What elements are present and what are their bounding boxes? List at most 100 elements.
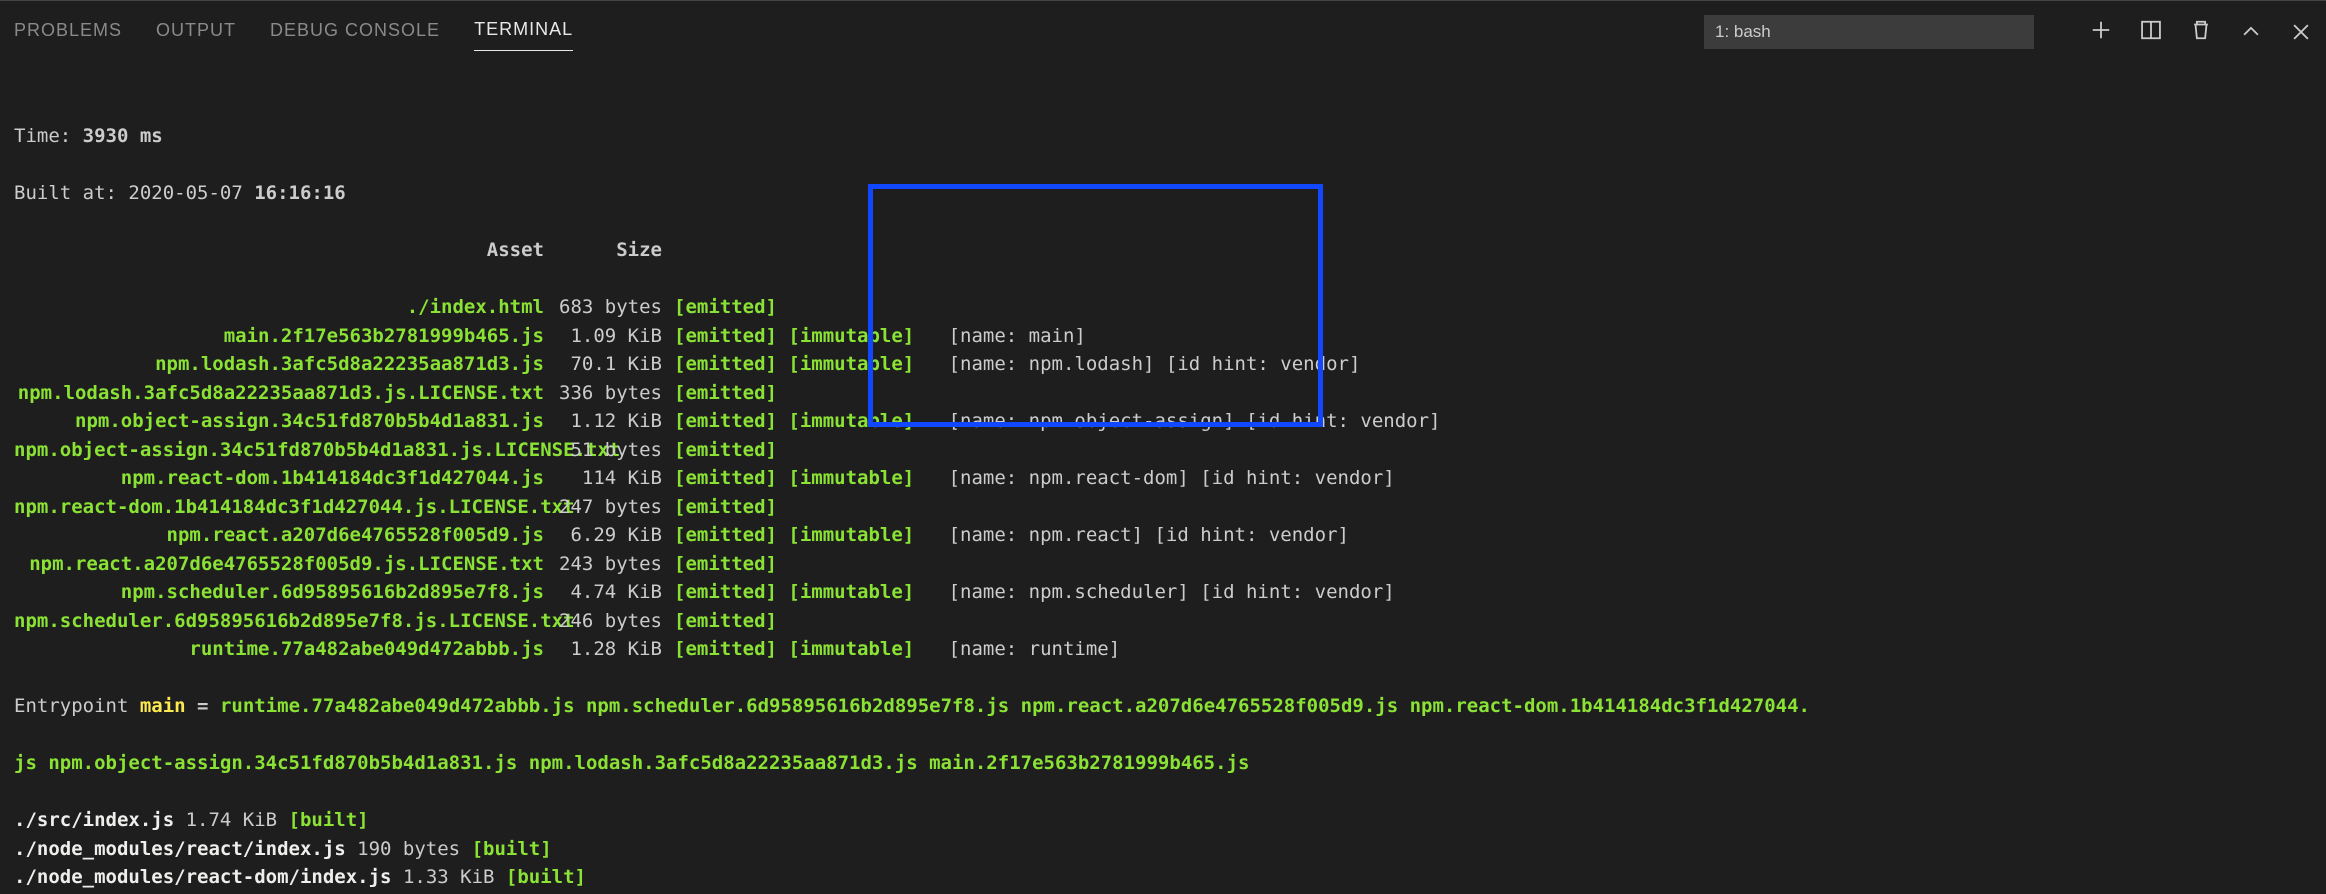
col-size: Size — [544, 236, 662, 265]
tab-terminal[interactable]: TERMINAL — [474, 13, 573, 51]
built-label: Built at: — [14, 182, 128, 204]
immutable-tag: [immutable] — [788, 410, 914, 432]
asset-size: 336 bytes — [544, 379, 662, 408]
asset-size: 70.1 KiB — [544, 350, 662, 379]
terminal-panel: PROBLEMS OUTPUT DEBUG CONSOLE TERMINAL 1… — [0, 0, 2326, 894]
asset-row: npm.react.a207d6e4765528f005d9.js.LICENS… — [14, 550, 2312, 579]
terminal-selector[interactable]: 1: bash — [1704, 15, 2034, 49]
asset-name: npm.scheduler.6d95895616b2d895e7f8.js — [14, 578, 544, 607]
tab-output[interactable]: OUTPUT — [156, 14, 236, 51]
emitted-tag: [emitted] — [674, 467, 777, 489]
asset-tags: [emitted] [immutable] [name: npm.object-… — [674, 407, 1440, 436]
asset-size: 51 bytes — [544, 436, 662, 465]
asset-name: npm.react.a207d6e4765528f005d9.js — [14, 521, 544, 550]
asset-size: 1.12 KiB — [544, 407, 662, 436]
asset-meta: [name: runtime] — [949, 638, 1121, 660]
asset-name: npm.lodash.3afc5d8a22235aa871d3.js — [14, 350, 544, 379]
emitted-tag: [emitted] — [674, 296, 777, 318]
new-terminal-icon[interactable] — [2090, 19, 2112, 46]
immutable-tag: [immutable] — [788, 638, 914, 660]
asset-size: 1.09 KiB — [544, 322, 662, 351]
asset-meta: [name: npm.object-assign] [id hint: vend… — [949, 410, 1441, 432]
split-terminal-icon[interactable] — [2140, 19, 2162, 46]
asset-size: 114 KiB — [544, 464, 662, 493]
asset-tags: [emitted] — [674, 436, 777, 465]
module-row: ./node_modules/react-dom/index.js 1.33 K… — [14, 863, 2312, 892]
asset-row: npm.scheduler.6d95895616b2d895e7f8.js4.7… — [14, 578, 2312, 607]
asset-name: runtime.77a482abe049d472abbb.js — [14, 635, 544, 664]
asset-row: npm.react.a207d6e4765528f005d9.js6.29 Ki… — [14, 521, 2312, 550]
built-time: 16:16:16 — [254, 182, 346, 204]
entrypoint-eq: = — [186, 695, 220, 717]
emitted-tag: [emitted] — [674, 553, 777, 575]
module-row: ./src/index.js 1.74 KiB [built] — [14, 806, 2312, 835]
asset-meta: [name: npm.react-dom] [id hint: vendor] — [949, 467, 1395, 489]
asset-name: npm.scheduler.6d95895616b2d895e7f8.js.LI… — [14, 607, 544, 636]
asset-tags: [emitted] [immutable] [name: npm.schedul… — [674, 578, 1395, 607]
module-size: 1.74 KiB — [174, 809, 288, 831]
emitted-tag: [emitted] — [674, 325, 777, 347]
emitted-tag: [emitted] — [674, 581, 777, 603]
asset-size: 247 bytes — [544, 493, 662, 522]
asset-name: npm.react.a207d6e4765528f005d9.js.LICENS… — [14, 550, 544, 579]
emitted-tag: [emitted] — [674, 382, 777, 404]
asset-size: 243 bytes — [544, 550, 662, 579]
asset-size: 6.29 KiB — [544, 521, 662, 550]
entrypoint-prefix: Entrypoint — [14, 695, 140, 717]
asset-name: main.2f17e563b2781999b465.js — [14, 322, 544, 351]
time-value: 3930 ms — [83, 125, 163, 147]
immutable-tag: [immutable] — [788, 524, 914, 546]
close-icon[interactable] — [2290, 21, 2312, 43]
asset-tags: [emitted] [immutable] [name: runtime] — [674, 635, 1120, 664]
asset-row: npm.lodash.3afc5d8a22235aa871d3.js.LICEN… — [14, 379, 2312, 408]
module-row: ./node_modules/react/index.js 190 bytes … — [14, 835, 2312, 864]
immutable-tag: [immutable] — [788, 581, 914, 603]
asset-row: npm.object-assign.34c51fd870b5b4d1a831.j… — [14, 436, 2312, 465]
asset-tags: [emitted] [immutable] [name: main] — [674, 322, 1086, 351]
tab-debug-console[interactable]: DEBUG CONSOLE — [270, 14, 440, 51]
tab-problems[interactable]: PROBLEMS — [14, 14, 122, 51]
emitted-tag: [emitted] — [674, 524, 777, 546]
asset-tags: [emitted] — [674, 550, 777, 579]
emitted-tag: [emitted] — [674, 410, 777, 432]
emitted-tag: [emitted] — [674, 638, 777, 660]
asset-name: npm.object-assign.34c51fd870b5b4d1a831.j… — [14, 436, 544, 465]
entrypoint-bundles-2: js npm.object-assign.34c51fd870b5b4d1a83… — [14, 752, 1249, 774]
asset-name: npm.react-dom.1b414184dc3f1d427044.js.LI… — [14, 493, 544, 522]
asset-meta: [name: main] — [949, 325, 1086, 347]
asset-tags: [emitted] [immutable] [name: npm.react-d… — [674, 464, 1395, 493]
asset-size: 683 bytes — [544, 293, 662, 322]
emitted-tag: [emitted] — [674, 439, 777, 461]
asset-name: ./index.html — [14, 293, 544, 322]
chevron-up-icon[interactable] — [2240, 21, 2262, 43]
time-label: Time: — [14, 125, 83, 147]
asset-row: npm.scheduler.6d95895616b2d895e7f8.js.LI… — [14, 607, 2312, 636]
asset-row: npm.react-dom.1b414184dc3f1d427044.js114… — [14, 464, 2312, 493]
immutable-tag: [immutable] — [788, 325, 914, 347]
asset-meta: [name: npm.react] [id hint: vendor] — [949, 524, 1349, 546]
emitted-tag: [emitted] — [674, 496, 777, 518]
asset-row: ./index.html683 bytes [emitted] — [14, 293, 2312, 322]
asset-row: npm.react-dom.1b414184dc3f1d427044.js.LI… — [14, 493, 2312, 522]
terminal-output[interactable]: Time: 3930 ms Built at: 2020-05-07 16:16… — [0, 57, 2326, 894]
emitted-tag: [emitted] — [674, 610, 777, 632]
entrypoint-name: main — [140, 695, 186, 717]
immutable-tag: [immutable] — [788, 353, 914, 375]
emitted-tag: [emitted] — [674, 353, 777, 375]
terminal-selector-label: 1: bash — [1715, 22, 1771, 42]
terminal-actions — [2090, 19, 2312, 46]
col-asset: Asset — [14, 236, 544, 265]
asset-tags: [emitted] [immutable] [name: npm.lodash]… — [674, 350, 1360, 379]
built-date: 2020-05-07 — [128, 182, 254, 204]
asset-tags: [emitted] — [674, 379, 777, 408]
entrypoint-bundles-1: runtime.77a482abe049d472abbb.js npm.sche… — [220, 695, 1810, 717]
asset-tags: [emitted] — [674, 293, 777, 322]
asset-meta: [name: npm.lodash] [id hint: vendor] — [949, 353, 1361, 375]
kill-terminal-icon[interactable] — [2190, 19, 2212, 46]
asset-size: 1.28 KiB — [544, 635, 662, 664]
built-tag: [built] — [506, 866, 586, 888]
asset-tags: [emitted] — [674, 607, 777, 636]
panel-tabs: PROBLEMS OUTPUT DEBUG CONSOLE TERMINAL 1… — [0, 7, 2326, 57]
module-path: ./src/index.js — [14, 809, 174, 831]
module-path: ./node_modules/react/index.js — [14, 838, 346, 860]
